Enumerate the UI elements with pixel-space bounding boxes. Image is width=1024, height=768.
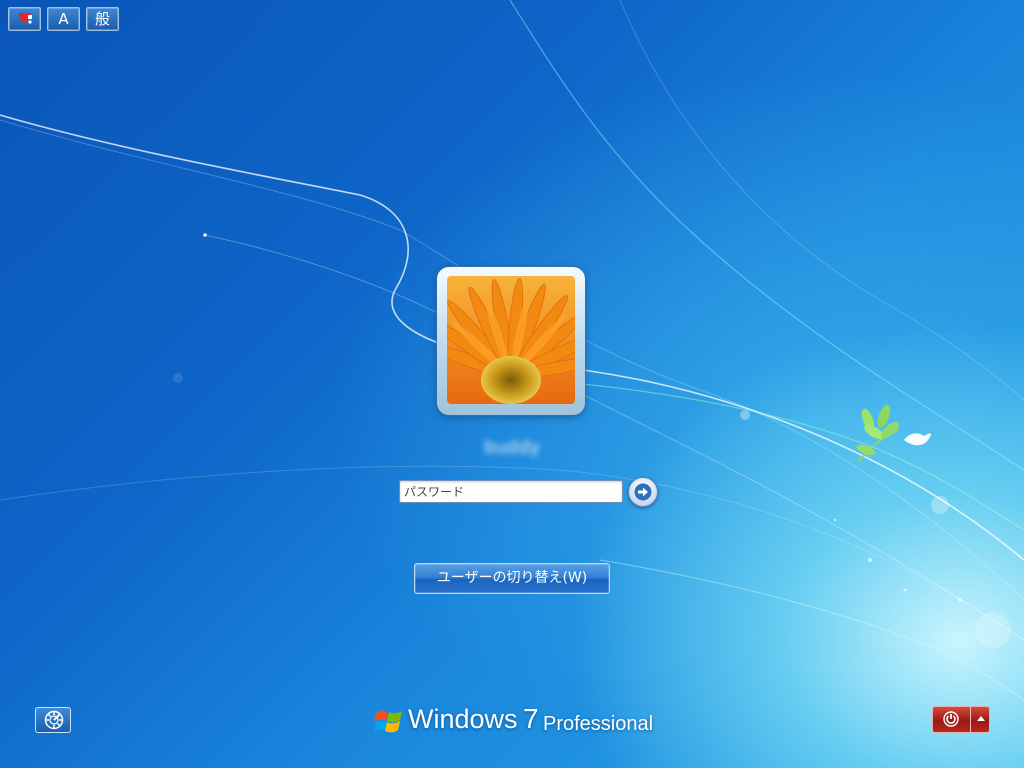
windows-flag-icon bbox=[374, 710, 402, 733]
triangle-up-icon bbox=[977, 716, 985, 721]
shutdown-options-button[interactable] bbox=[971, 707, 989, 732]
user-avatar bbox=[447, 276, 575, 404]
windows-name: Windows bbox=[408, 704, 518, 734]
submit-password-button[interactable] bbox=[628, 477, 658, 507]
arrow-right-icon bbox=[634, 483, 652, 501]
input-mode-button[interactable]: A bbox=[47, 7, 80, 31]
language-bar: A 般 bbox=[8, 7, 119, 31]
windows-branding: Windows 7 Professional bbox=[372, 703, 662, 743]
ime-status-icon[interactable] bbox=[8, 7, 41, 31]
user-tile bbox=[437, 267, 585, 415]
switch-user-button[interactable]: ユーザーの切り替え(W) bbox=[414, 563, 610, 594]
power-icon bbox=[943, 711, 959, 727]
power-button-group bbox=[932, 706, 990, 733]
ease-of-access-button[interactable] bbox=[35, 707, 71, 733]
password-field[interactable] bbox=[399, 480, 623, 503]
windows-version: 7 bbox=[523, 703, 539, 734]
ease-of-access-icon bbox=[44, 710, 64, 730]
shutdown-button[interactable] bbox=[933, 707, 971, 732]
conversion-mode-button[interactable]: 般 bbox=[86, 7, 119, 31]
username-label: buddy bbox=[483, 437, 541, 458]
windows-edition: Professional bbox=[543, 713, 654, 735]
